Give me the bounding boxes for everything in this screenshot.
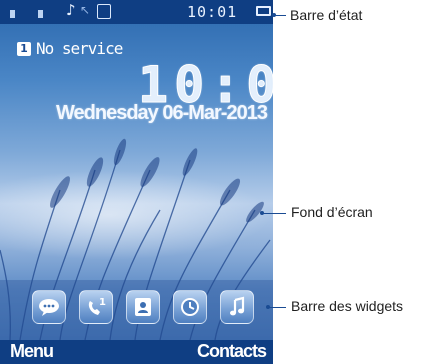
speech-bubble-icon — [39, 299, 59, 316]
callout-widget-bar: Barre des widgets — [291, 298, 404, 314]
contacts-widget[interactable] — [126, 290, 160, 324]
music-note-icon — [230, 296, 245, 316]
status-time: 10:01 — [187, 3, 238, 21]
signal-indicator-2 — [38, 10, 43, 18]
phone-screen: ♪ ↖ 10:01 1 No service 10:01 Wednesday 0… — [0, 0, 273, 364]
contacts-softkey[interactable]: Contacts — [197, 341, 267, 362]
widget-bar: 1 — [22, 290, 268, 330]
menu-softkey[interactable]: Menu — [10, 341, 54, 362]
call-log-widget[interactable]: 1 — [79, 290, 113, 324]
sim-badge: 1 — [17, 42, 31, 56]
contact-card-icon — [135, 298, 151, 316]
call-log-badge: 1 — [99, 297, 106, 308]
calendar-icon — [97, 4, 111, 19]
home-date: Wednesday 06-Mar-2013 — [56, 102, 268, 124]
callout-line-status — [274, 15, 286, 16]
softkey-bar: Menu Contacts — [0, 340, 273, 364]
service-status: No service — [36, 39, 123, 58]
music-note-icon: ♪ — [66, 1, 76, 19]
signal-indicator-1 — [10, 10, 15, 18]
callout-line-wallpaper — [262, 213, 286, 214]
messages-widget[interactable] — [32, 290, 66, 324]
battery-icon — [256, 6, 271, 16]
missed-call-icon: ↖ — [80, 3, 91, 17]
status-bar: ♪ ↖ 10:01 — [0, 0, 273, 24]
alarm-widget[interactable] — [173, 290, 207, 324]
callout-line-widgets — [268, 307, 286, 308]
callout-wallpaper: Fond d’écran — [291, 204, 373, 220]
callout-status-bar: Barre d’état — [290, 7, 363, 23]
phone-handset-icon: 1 — [88, 297, 106, 315]
music-widget[interactable] — [220, 290, 254, 324]
alarm-clock-icon — [181, 298, 199, 316]
